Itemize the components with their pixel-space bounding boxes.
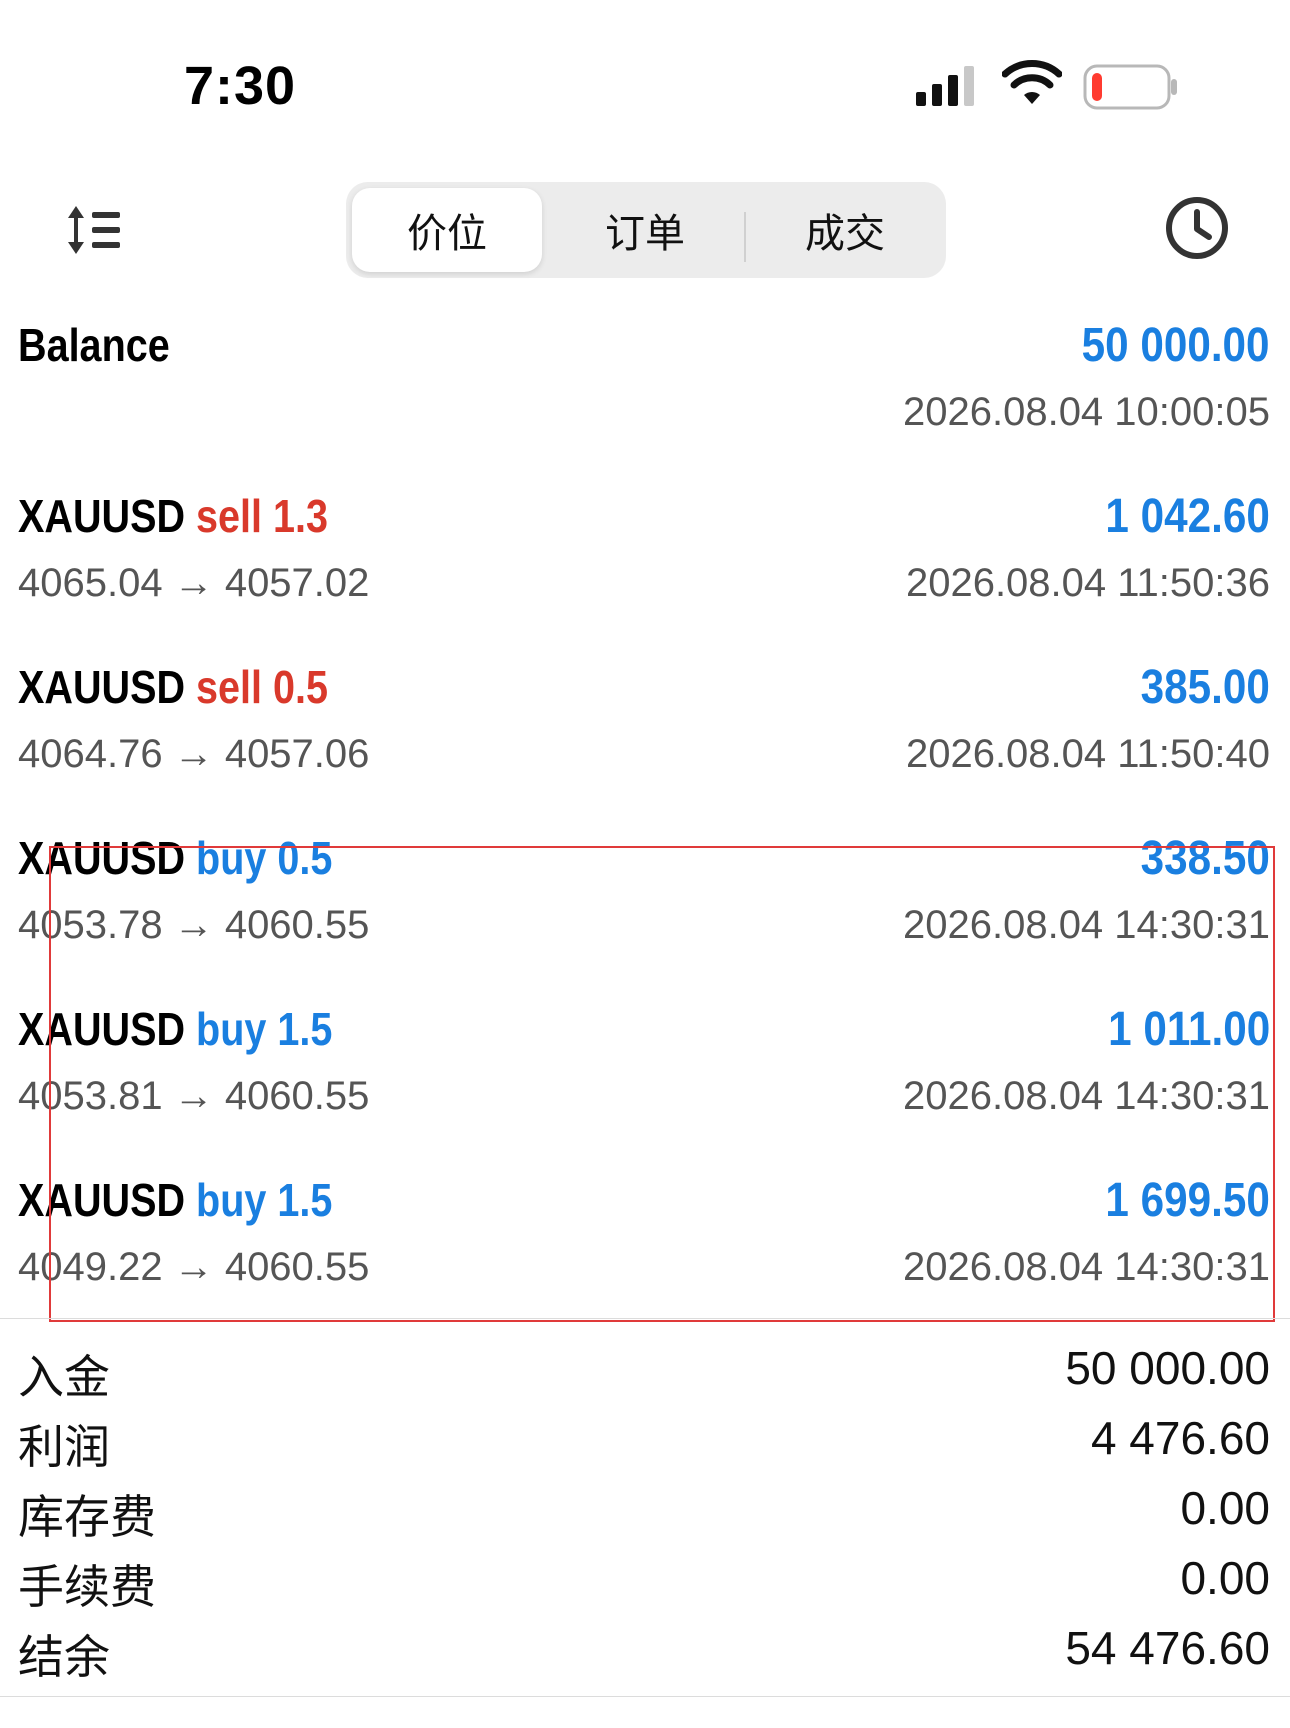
summary-row-deposit: 入金 50 000.00: [0, 1341, 1290, 1411]
summary-label: 入金: [18, 1351, 110, 1403]
deal-prices: 4049.22 → 4060.55: [18, 1245, 370, 1289]
clock: 7:30: [184, 56, 297, 116]
deal-row[interactable]: XAUUSD sell 1.3 1 042.60 4065.04 → 4057.…: [0, 489, 1290, 659]
summary-label: 手续费: [18, 1561, 156, 1613]
deal-prices: 4064.76 → 4057.06: [18, 732, 370, 776]
deal-time: 2026.08.04 14:30:31: [902, 1245, 1270, 1289]
deal-volume: 1.5: [277, 1174, 333, 1226]
deal-side: buy: [196, 1174, 267, 1226]
deal-title: XAUUSD buy 0.5: [18, 831, 332, 885]
summary-label: 利润: [18, 1421, 110, 1473]
deal-prices: 4053.78 → 4060.55: [18, 903, 370, 947]
deal-profit: 1 042.60: [1105, 490, 1270, 543]
deal-prices: 4053.81 → 4060.55: [18, 1074, 370, 1118]
deal-time: 2026.08.04 14:30:31: [902, 1074, 1270, 1118]
deal-time: 2026.08.04 11:50:36: [905, 561, 1270, 605]
clock-history-icon[interactable]: [1163, 194, 1231, 262]
deal-profit: 1 011.00: [1107, 1003, 1270, 1056]
summary-value: 54 476.60: [1065, 1622, 1270, 1674]
deal-row[interactable]: XAUUSD buy 0.5 338.50 4053.78 → 4060.55 …: [0, 831, 1290, 1001]
tab-deals[interactable]: 成交: [750, 188, 940, 272]
deal-symbol: XAUUSD: [18, 1174, 186, 1226]
deal-side: buy: [196, 832, 267, 884]
deal-title: XAUUSD buy 1.5: [18, 1173, 332, 1227]
balance-time: 2026.08.04 10:00:05: [902, 390, 1270, 434]
deal-prices: 4065.04 → 4057.02: [18, 561, 370, 605]
deal-profit: 1 699.50: [1105, 1174, 1270, 1227]
deal-symbol: XAUUSD: [18, 661, 186, 713]
balance-label: Balance: [18, 319, 170, 371]
summary-value: 0.00: [1180, 1482, 1270, 1534]
deal-title: XAUUSD buy 1.5: [18, 1002, 332, 1056]
summary-value: 50 000.00: [1065, 1342, 1270, 1394]
tab-divider: [744, 212, 746, 262]
tab-orders[interactable]: 订单: [550, 188, 740, 272]
summary-value: 4 476.60: [1090, 1412, 1270, 1464]
sort-icon[interactable]: [64, 200, 128, 260]
battery-icon: [1083, 64, 1177, 110]
deal-volume: 0.5: [273, 661, 329, 713]
balance-amount: 50 000.00: [1082, 319, 1270, 372]
deal-row[interactable]: XAUUSD sell 0.5 385.00 4064.76 → 4057.06…: [0, 660, 1290, 830]
balance-row[interactable]: Balance 50 000.00 2026.08.04 10:00:05: [0, 318, 1290, 488]
deal-symbol: XAUUSD: [18, 832, 186, 884]
wifi-icon: [1002, 60, 1062, 104]
summary-row-commission: 手续费 0.00: [0, 1551, 1290, 1621]
summary-label: 结余: [18, 1631, 110, 1683]
summary-value: 0.00: [1180, 1552, 1270, 1604]
deal-row[interactable]: XAUUSD buy 1.5 1 011.00 4053.81 → 4060.5…: [0, 1002, 1290, 1172]
deal-side: sell: [196, 490, 263, 542]
deal-title: XAUUSD sell 1.3: [18, 489, 328, 543]
deal-symbol: XAUUSD: [18, 490, 186, 542]
deal-profit: 338.50: [1140, 832, 1270, 885]
summary-row-profit: 利润 4 476.60: [0, 1411, 1290, 1481]
cellular-signal-icon: [916, 66, 974, 106]
summary-divider: [0, 1318, 1290, 1319]
deal-title: XAUUSD sell 0.5: [18, 660, 328, 714]
deal-volume: 1.3: [273, 490, 329, 542]
segmented-control: 价位 订单 成交: [346, 182, 946, 278]
summary-row-balance: 结余 54 476.60: [0, 1621, 1290, 1691]
status-bar: 7:30: [0, 0, 1290, 150]
deal-symbol: XAUUSD: [18, 1003, 186, 1055]
deal-side: sell: [196, 661, 263, 713]
deal-volume: 1.5: [277, 1003, 333, 1055]
deal-volume: 0.5: [277, 832, 333, 884]
tab-prices[interactable]: 价位: [352, 188, 542, 272]
summary-label: 库存费: [18, 1491, 156, 1543]
toolbar: 价位 订单 成交: [0, 170, 1290, 290]
summary-row-swap: 库存费 0.00: [0, 1481, 1290, 1551]
deal-side: buy: [196, 1003, 267, 1055]
deal-profit: 385.00: [1140, 661, 1270, 714]
deal-time: 2026.08.04 11:50:40: [905, 732, 1270, 776]
bottom-divider: [0, 1696, 1290, 1697]
deal-time: 2026.08.04 14:30:31: [902, 903, 1270, 947]
